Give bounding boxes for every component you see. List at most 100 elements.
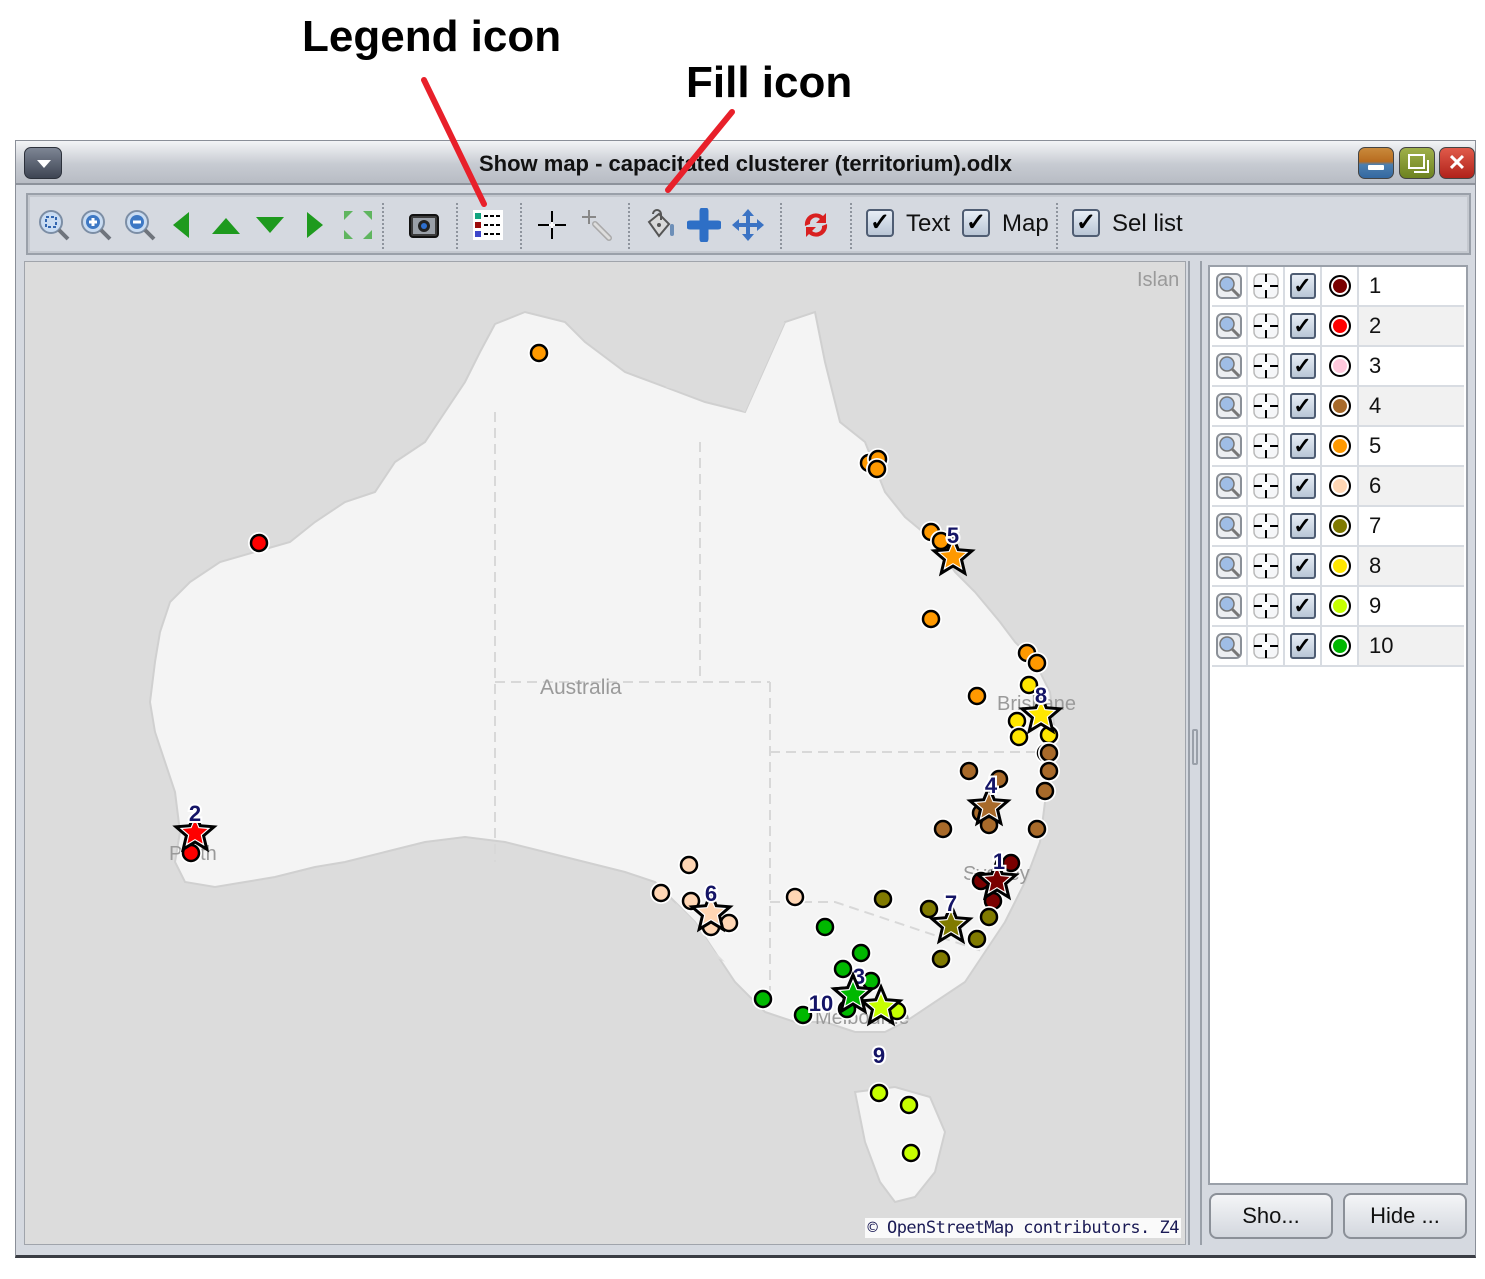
location-marker-cluster-10[interactable] <box>851 943 871 963</box>
location-marker-cluster-10[interactable] <box>833 959 853 979</box>
select-cluster-button[interactable] <box>1248 427 1285 465</box>
zoom-to-cluster-button[interactable] <box>1212 507 1248 545</box>
location-marker-cluster-7[interactable] <box>967 929 987 949</box>
location-marker-cluster-7[interactable] <box>873 889 893 909</box>
maximize-button[interactable] <box>1399 147 1435 179</box>
move-button[interactable] <box>730 207 766 243</box>
add-button[interactable] <box>686 207 722 243</box>
location-marker-cluster-4[interactable] <box>959 761 979 781</box>
zoom-out-button[interactable] <box>122 207 158 243</box>
map-checkbox[interactable]: ✓ <box>962 209 990 237</box>
zoom-fit-button[interactable] <box>36 207 72 243</box>
checkbox-checked[interactable]: ✓ <box>1289 593 1316 619</box>
select-cluster-button[interactable] <box>1248 627 1285 665</box>
location-marker-cluster-10[interactable] <box>861 971 881 991</box>
checkbox-checked[interactable]: ✓ <box>1289 273 1316 299</box>
cluster-visible-checkbox[interactable]: ✓ <box>1285 467 1322 505</box>
cluster-row[interactable]: ✓ 6 <box>1212 467 1464 507</box>
zoom-to-cluster-button[interactable] <box>1212 547 1248 585</box>
zoom-to-cluster-button[interactable] <box>1212 427 1248 465</box>
zoom-to-cluster-button[interactable] <box>1212 347 1248 385</box>
cluster-visible-checkbox[interactable]: ✓ <box>1285 347 1322 385</box>
location-marker-cluster-5[interactable] <box>867 459 887 479</box>
location-marker-cluster-9[interactable] <box>869 1083 889 1103</box>
cluster-row[interactable]: ✓ 10 <box>1212 627 1464 667</box>
cluster-visible-checkbox[interactable]: ✓ <box>1285 267 1322 305</box>
pointer-select-button[interactable] <box>578 207 614 243</box>
location-marker-cluster-7[interactable] <box>979 907 999 927</box>
select-cluster-button[interactable] <box>1248 307 1285 345</box>
checkbox-checked[interactable]: ✓ <box>1289 633 1316 659</box>
pan-right-button[interactable] <box>296 207 332 243</box>
location-marker-cluster-5[interactable] <box>921 609 941 629</box>
select-cluster-button[interactable] <box>1248 347 1285 385</box>
cluster-row[interactable]: ✓ 2 <box>1212 307 1464 347</box>
checkbox-checked[interactable]: ✓ <box>1289 553 1316 579</box>
checkbox-checked[interactable]: ✓ <box>1289 433 1316 459</box>
location-marker-cluster-5[interactable] <box>967 686 987 706</box>
location-marker-cluster-9[interactable] <box>901 1143 921 1163</box>
cluster-row[interactable]: ✓ 1 <box>1212 267 1464 307</box>
select-cluster-button[interactable] <box>1248 587 1285 625</box>
show-button[interactable]: Sho... <box>1209 1193 1333 1239</box>
checkbox-checked[interactable]: ✓ <box>1289 473 1316 499</box>
sel-list-checkbox[interactable]: ✓ <box>1072 209 1100 237</box>
pan-up-button[interactable] <box>208 207 244 243</box>
location-marker-cluster-4[interactable] <box>933 819 953 839</box>
zoom-to-cluster-button[interactable] <box>1212 627 1248 665</box>
refresh-button[interactable] <box>798 207 834 243</box>
location-marker-cluster-4[interactable] <box>1027 819 1047 839</box>
splitter-grip[interactable] <box>1192 729 1198 765</box>
select-cluster-button[interactable] <box>1248 467 1285 505</box>
crosshair-button[interactable] <box>534 207 570 243</box>
location-marker-cluster-9[interactable] <box>899 1095 919 1115</box>
cluster-visible-checkbox[interactable]: ✓ <box>1285 627 1322 665</box>
cluster-row[interactable]: ✓ 4 <box>1212 387 1464 427</box>
map-view[interactable]: Australia Islan Brisbane Sydney Melbourn… <box>24 261 1186 1245</box>
text-checkbox[interactable]: ✓ <box>866 209 894 237</box>
split-pane-divider[interactable] <box>1188 261 1202 1245</box>
hide-button[interactable]: Hide ... <box>1343 1193 1467 1239</box>
fill-button[interactable] <box>642 207 678 243</box>
cluster-visible-checkbox[interactable]: ✓ <box>1285 507 1322 545</box>
location-marker-cluster-2[interactable] <box>249 533 269 553</box>
cluster-visible-checkbox[interactable]: ✓ <box>1285 387 1322 425</box>
zoom-to-cluster-button[interactable] <box>1212 387 1248 425</box>
select-cluster-button[interactable] <box>1248 267 1285 305</box>
cluster-row[interactable]: ✓ 7 <box>1212 507 1464 547</box>
select-cluster-button[interactable] <box>1248 387 1285 425</box>
cluster-visible-checkbox[interactable]: ✓ <box>1285 307 1322 345</box>
pan-left-button[interactable] <box>164 207 200 243</box>
checkbox-checked[interactable]: ✓ <box>1289 313 1316 339</box>
location-marker-cluster-7[interactable] <box>931 949 951 969</box>
cluster-visible-checkbox[interactable]: ✓ <box>1285 547 1322 585</box>
cluster-row[interactable]: ✓ 5 <box>1212 427 1464 467</box>
minimize-button[interactable] <box>1358 147 1394 179</box>
map-canvas[interactable]: Australia Islan Brisbane Sydney Melbourn… <box>25 262 1186 1245</box>
cluster-row[interactable]: ✓ 9 <box>1212 587 1464 627</box>
zoom-in-button[interactable] <box>78 207 114 243</box>
snapshot-button[interactable] <box>406 207 442 243</box>
checkbox-checked[interactable]: ✓ <box>1289 353 1316 379</box>
location-marker-cluster-6[interactable] <box>679 855 699 875</box>
pan-down-button[interactable] <box>252 207 288 243</box>
location-marker-cluster-6[interactable] <box>785 887 805 907</box>
location-marker-cluster-4[interactable] <box>1039 743 1059 763</box>
location-marker-cluster-1[interactable] <box>1001 853 1021 873</box>
location-marker-cluster-10[interactable] <box>815 917 835 937</box>
cluster-visible-checkbox[interactable]: ✓ <box>1285 427 1322 465</box>
checkbox-checked[interactable]: ✓ <box>1289 393 1316 419</box>
close-button[interactable] <box>1439 147 1475 179</box>
select-cluster-button[interactable] <box>1248 547 1285 585</box>
zoom-to-cluster-button[interactable] <box>1212 307 1248 345</box>
select-cluster-button[interactable] <box>1248 507 1285 545</box>
zoom-to-cluster-button[interactable] <box>1212 467 1248 505</box>
checkbox-checked[interactable]: ✓ <box>1289 513 1316 539</box>
cluster-visible-checkbox[interactable]: ✓ <box>1285 587 1322 625</box>
zoom-to-cluster-button[interactable] <box>1212 267 1248 305</box>
legend-button[interactable] <box>470 207 506 243</box>
cluster-row[interactable]: ✓ 8 <box>1212 547 1464 587</box>
location-marker-cluster-6[interactable] <box>651 883 671 903</box>
location-marker-cluster-5[interactable] <box>529 343 549 363</box>
cluster-row[interactable]: ✓ 3 <box>1212 347 1464 387</box>
